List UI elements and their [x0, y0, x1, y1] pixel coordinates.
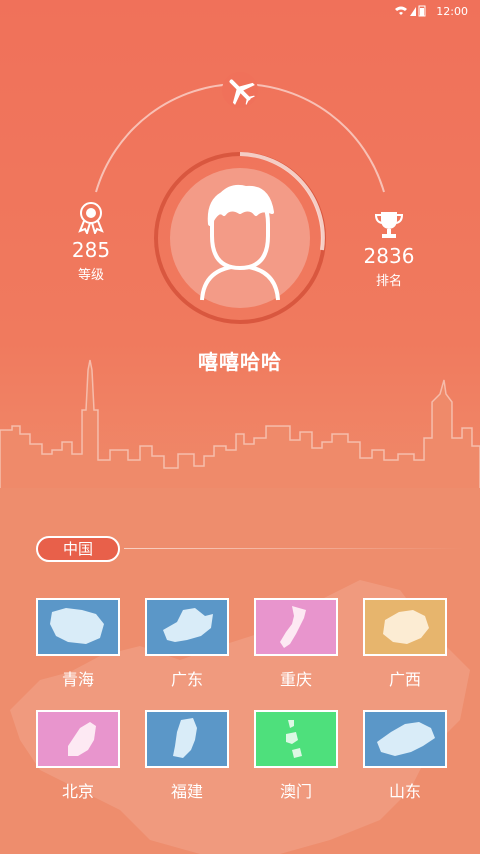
- guangxi-shape-icon: [383, 610, 429, 644]
- rank-value: 2836: [363, 244, 415, 268]
- macau-shape-icon: [286, 720, 302, 758]
- province-label: 广西: [388, 670, 421, 689]
- screen: 12:00 285 等级 2836 排名 嘻嘻哈哈 中国 青海 广东 重庆 广西…: [0, 0, 480, 854]
- province-label: 山东: [388, 782, 421, 801]
- level-stat: 285 等级: [58, 200, 124, 283]
- province-label: 青海: [61, 670, 94, 689]
- province-label: 北京: [61, 782, 94, 801]
- province-card-chongqing[interactable]: [254, 598, 338, 656]
- region-tab-china[interactable]: 中国: [36, 536, 120, 562]
- province-card-macau[interactable]: [254, 710, 338, 768]
- province-card-shandong[interactable]: [363, 710, 447, 768]
- rank-label: 排名: [375, 274, 402, 289]
- shandong-shape-icon: [377, 722, 435, 756]
- level-label: 等级: [77, 268, 104, 283]
- airplane-icon: [222, 72, 258, 108]
- rank-stat: 2836 排名: [354, 210, 424, 289]
- province-label: 福建: [170, 782, 203, 801]
- city-skyline: [0, 359, 480, 490]
- province-card-beijing[interactable]: [36, 710, 120, 768]
- province-card-fujian[interactable]: [145, 710, 229, 768]
- province-card-guangxi[interactable]: [363, 598, 447, 656]
- beijing-shape-icon: [68, 722, 96, 756]
- province-card-guangdong[interactable]: [145, 598, 229, 656]
- guangdong-shape-icon: [163, 608, 213, 642]
- medal-icon: [78, 202, 104, 234]
- divider: [124, 548, 464, 549]
- fujian-shape-icon: [173, 718, 197, 758]
- trophy-icon: [374, 212, 404, 238]
- province-label: 重庆: [279, 670, 312, 689]
- qinghai-shape-icon: [50, 608, 104, 644]
- province-label: 澳门: [279, 782, 312, 801]
- province-label: 广东: [170, 670, 203, 689]
- chongqing-shape-icon: [280, 606, 306, 648]
- avatar[interactable]: [152, 150, 328, 326]
- province-card-qinghai[interactable]: [36, 598, 120, 656]
- level-value: 285: [71, 238, 111, 262]
